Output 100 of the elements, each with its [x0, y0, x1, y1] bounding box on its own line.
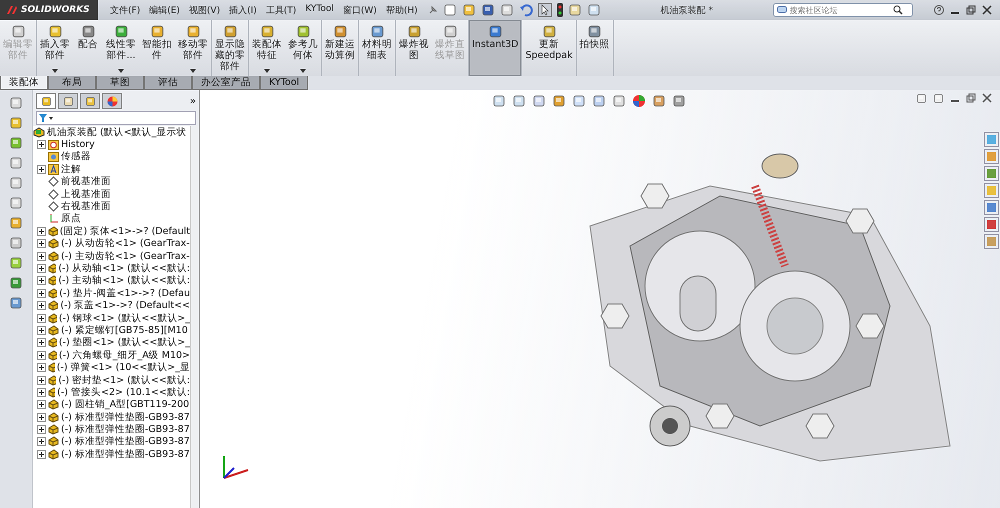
expand-icon[interactable] [37, 264, 46, 273]
appearance-tab[interactable] [102, 93, 122, 109]
filter-field[interactable] [36, 111, 196, 125]
tree-item[interactable]: 原点 [61, 212, 81, 226]
expand-icon[interactable] [37, 239, 46, 248]
tree-item[interactable]: (-) 从动轴<1> (默认<<默认: [58, 262, 190, 275]
expand-icon[interactable] [37, 338, 46, 348]
close-icon[interactable] [982, 5, 992, 15]
tab[interactable]: 办公室产品 [192, 76, 260, 90]
expand-icon[interactable] [37, 326, 46, 335]
expand-icon[interactable] [37, 226, 46, 236]
toolbar-button[interactable]: Instant3D [469, 20, 522, 76]
tree-item[interactable]: (-) 标准型弹性垫圈-GB93-87 [61, 423, 190, 436]
help-icon[interactable] [934, 5, 944, 15]
tree-item[interactable]: (-) 标准型弹性垫圈-GB93-87 [61, 435, 190, 448]
tree-item[interactable]: 前视基准面 [61, 175, 111, 188]
toolbar-button[interactable]: 智能扣 件 [139, 20, 175, 76]
toolbar-button[interactable]: 爆炸视 图 [396, 20, 432, 76]
traffic-light-icon[interactable] [556, 3, 563, 17]
scrollbar[interactable] [190, 126, 199, 508]
tree-item[interactable]: (-) 从动齿轮<1> (GearTrax- [61, 237, 190, 250]
expand-icon[interactable] [37, 412, 46, 422]
property-tab[interactable] [58, 93, 78, 109]
close-icon[interactable] [982, 93, 992, 103]
expand-icon[interactable] [37, 314, 46, 323]
color-wheel-icon[interactable] [632, 94, 646, 108]
tree-item[interactable]: (-) 主动齿轮<1> (GearTrax- [61, 250, 190, 263]
tree-item[interactable]: (-) 密封垫<1> (默认<<默认: [58, 374, 190, 387]
menu-item[interactable]: 视图(V) [184, 2, 224, 18]
tab[interactable]: 布局 [48, 76, 96, 90]
toolbar-button[interactable]: 线性零 部件... [103, 20, 139, 76]
menu-item[interactable]: KYTool [301, 2, 338, 18]
tree-item[interactable]: (-) 六角螺母_细牙_A级 M10> [58, 348, 190, 362]
expand-button[interactable]: » [190, 96, 196, 106]
pin-icon[interactable] [428, 5, 438, 15]
menu-item[interactable]: 文件(F) [106, 2, 144, 18]
expand-icon[interactable] [37, 276, 46, 286]
tree-item[interactable]: (-) 垫圈<1> (默认<<默认>_ [58, 336, 190, 350]
tree-item[interactable]: (-) 钢球<1> (默认<<默认>_ [58, 312, 190, 325]
expand-icon[interactable] [37, 301, 46, 310]
tree-item[interactable]: 右视基准面 [61, 200, 111, 214]
tree-item[interactable]: 机油泵装配 (默认<默认_显示状 [47, 126, 186, 139]
toolbar-button[interactable]: 拍快照 [576, 20, 613, 76]
tree-item[interactable]: History [61, 139, 95, 150]
tree-item[interactable]: (-) 垫片-阀盖<1>->? (Defau [59, 286, 190, 300]
expand-icon[interactable] [37, 288, 46, 298]
tree-item[interactable]: (-) 泵盖<1>->? (Default<< [60, 299, 190, 312]
toolbar-button[interactable]: 移动零 部件 [175, 20, 211, 76]
tree-item[interactable]: (-) 标准型弹性垫圈-GB93-87 [61, 448, 190, 461]
expand-icon[interactable] [37, 164, 46, 174]
task-pane-button[interactable] [984, 166, 999, 181]
tree-item[interactable]: (-) 管接头<2> (10.1<<默认: [57, 386, 190, 399]
tool-icon [9, 156, 23, 170]
tab[interactable]: KYTool [260, 76, 308, 90]
toolbar-button[interactable]: 配合 [73, 20, 103, 76]
menu-item[interactable]: 窗口(W) [338, 2, 381, 18]
toolbar-button[interactable]: 新建运 动算例 [322, 20, 358, 76]
tree-item[interactable]: (-) 圆柱销_A型[GBT119-200 [61, 398, 190, 412]
expand-icon[interactable] [37, 400, 46, 410]
toolbar-button[interactable]: 参考几 何体 [285, 20, 321, 76]
tab[interactable]: 装配体 [0, 76, 48, 90]
tab[interactable]: 草图 [96, 76, 144, 90]
toolbar-button[interactable]: 装配体 特征 [249, 20, 285, 76]
expand-icon[interactable] [37, 425, 46, 434]
restore-icon[interactable] [966, 93, 976, 103]
tree-item[interactable]: 上视基准面 [61, 188, 111, 201]
toolbar-button[interactable]: 更新 Speedpak [522, 20, 576, 76]
tree-item[interactable]: (固定) 泵体<1>->? (Default [60, 224, 190, 238]
menu-item[interactable]: 插入(I) [225, 2, 261, 18]
menu-item[interactable]: 帮助(H) [382, 2, 422, 18]
toolbar-button[interactable]: 显示隐 藏的零 部件 [212, 20, 248, 76]
restore-icon[interactable] [966, 5, 976, 15]
expand-icon[interactable] [37, 350, 46, 360]
tree-item[interactable]: 注解 [61, 162, 81, 176]
expand-icon[interactable] [37, 252, 46, 261]
expand-icon[interactable] [37, 376, 46, 384]
tree-item[interactable]: 传感器 [61, 150, 91, 164]
tree-item[interactable]: (-) 紧定螺钉[GB75-85][M10 [61, 324, 188, 337]
search-field[interactable]: 搜索社区论坛 [790, 6, 890, 14]
search-box[interactable]: 搜索社区论坛 [772, 3, 913, 17]
search-icon[interactable] [892, 5, 903, 15]
tree-item[interactable]: (-) 标准型弹性垫圈-GB93-87 [61, 410, 190, 424]
tree-item[interactable]: (-) 弹簧<1> (10<<默认>_显 [56, 361, 190, 374]
expand-icon[interactable] [37, 140, 46, 150]
expand-icon[interactable] [37, 437, 46, 446]
select-cursor-icon[interactable] [538, 3, 552, 17]
task-pane-button[interactable] [984, 200, 999, 215]
toolbar-button[interactable]: 插入零 部件 [37, 20, 73, 76]
configuration-tab[interactable] [80, 93, 100, 109]
toolbar-button[interactable]: 材料明 细表 [359, 20, 395, 76]
tab[interactable]: 评估 [144, 76, 192, 90]
tree-item[interactable]: (-) 主动轴<1> (默认<<默认: [58, 274, 190, 288]
undo-icon[interactable] [518, 3, 533, 17]
menu-item[interactable]: 编辑(E) [145, 2, 184, 18]
task-pane-button[interactable] [984, 217, 999, 232]
expand-icon[interactable] [37, 450, 46, 459]
expand-icon[interactable] [37, 388, 46, 397]
menu-item[interactable]: 工具(T) [262, 2, 300, 18]
feature-tree-tab[interactable] [36, 93, 56, 109]
expand-icon[interactable] [37, 363, 46, 372]
